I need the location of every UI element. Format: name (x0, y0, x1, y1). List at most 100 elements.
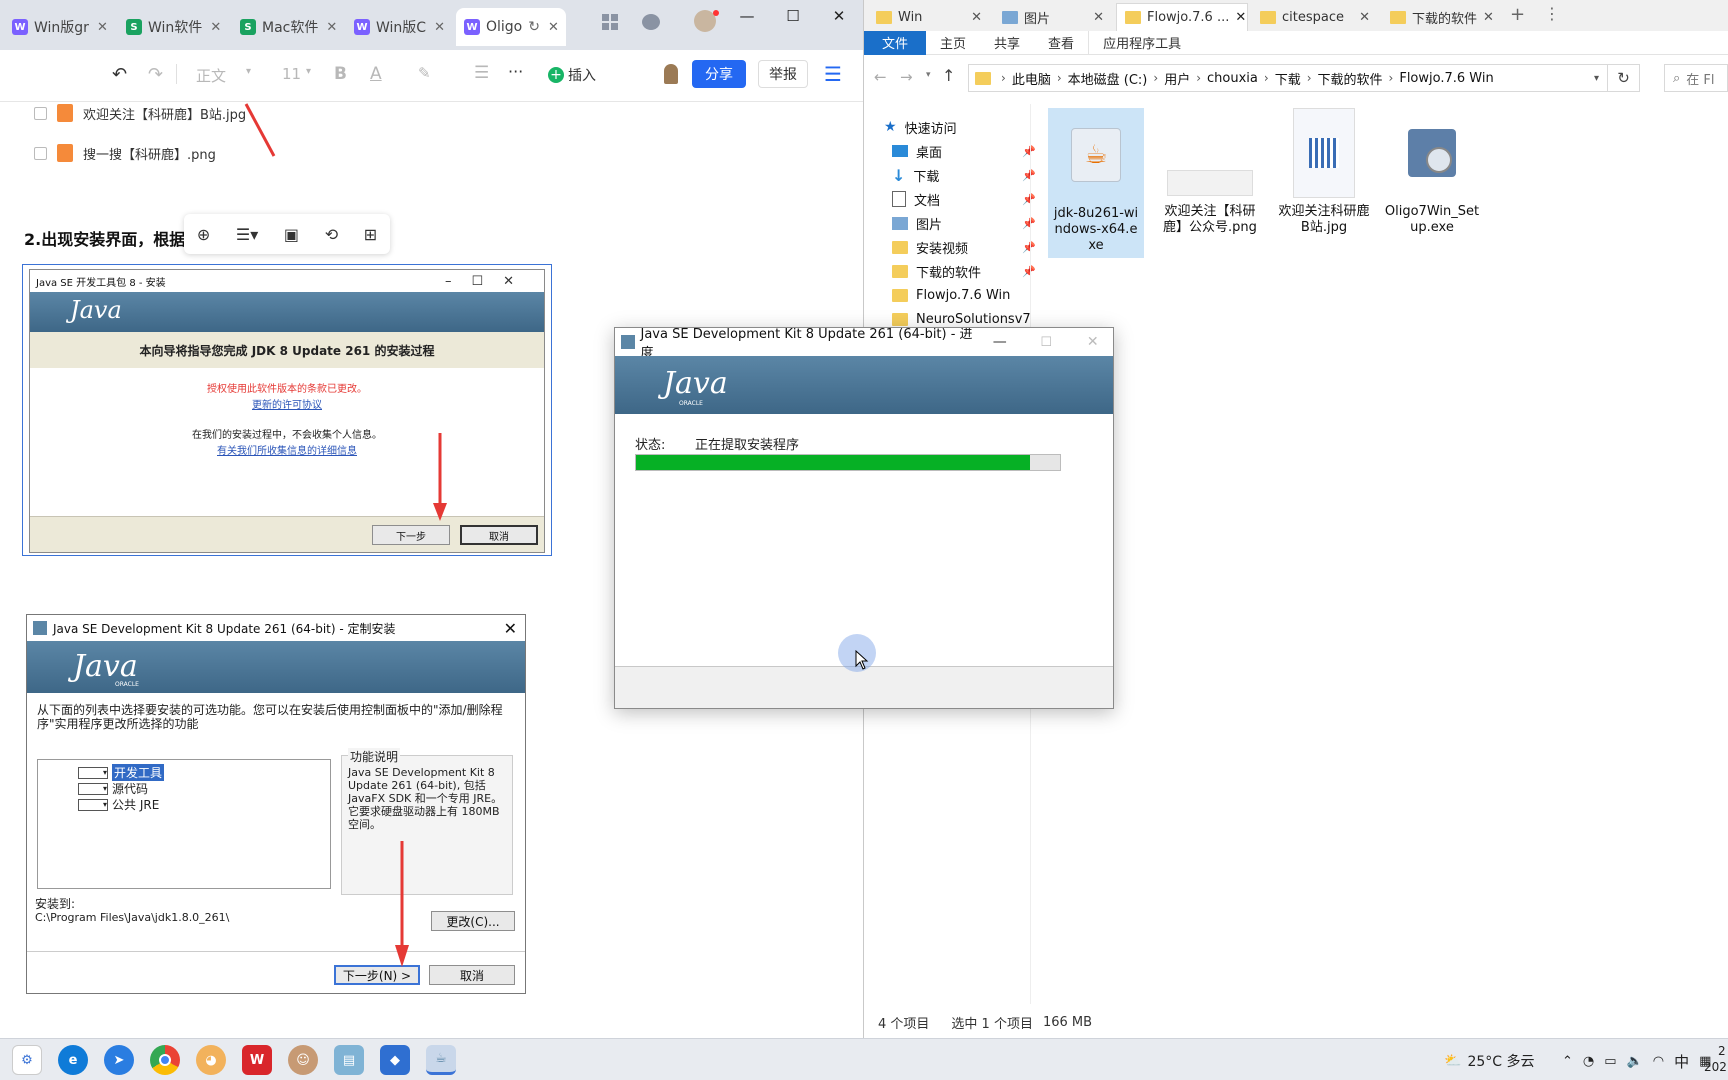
browser-tab-1[interactable]: W Win版gr ✕ (4, 8, 116, 46)
close-icon[interactable]: ✕ (504, 619, 517, 638)
ribbon-tab-home[interactable]: 主页 (926, 31, 980, 55)
ime-indicator[interactable]: 中 (1674, 1051, 1689, 1072)
new-tab-icon[interactable]: + (1510, 4, 1525, 25)
privacy-link[interactable]: 有关我们所收集信息的详细信息 (30, 444, 544, 460)
browser-tab-4[interactable]: W Win版C ✕ (346, 8, 456, 46)
drive-dropdown-icon[interactable]: ▾ (78, 782, 108, 795)
start-button-icon[interactable]: ⚙ (12, 1045, 42, 1075)
undo-icon[interactable]: ↶ (112, 64, 127, 85)
browser-tab-2[interactable]: S Win软件 ✕ (118, 8, 230, 46)
breadcrumb-item[interactable]: Flowjo.7.6 Win (1393, 71, 1499, 86)
list-icon[interactable]: ☰ (474, 63, 489, 83)
chevron-down-icon[interactable]: ▾ (306, 66, 311, 77)
explorer-tab-1[interactable]: Win ✕ (868, 3, 990, 31)
breadcrumb-item[interactable]: 用户 (1158, 69, 1196, 88)
chevron-down-icon[interactable]: ▾ (246, 66, 251, 77)
close-icon[interactable]: ✕ (1359, 10, 1370, 25)
minimize-icon[interactable]: — (979, 334, 1020, 350)
close-icon[interactable]: ✕ (971, 10, 982, 25)
align-icon[interactable]: ☰▾ (236, 225, 258, 244)
browser-tab-3[interactable]: S Mac软件 ✕ (232, 8, 344, 46)
monkey-app-icon[interactable]: ◕ (196, 1045, 226, 1075)
feather-app-icon[interactable]: ➤ (104, 1045, 134, 1075)
checkbox[interactable] (34, 106, 47, 120)
avatar-app-icon[interactable]: ☺ (288, 1045, 318, 1075)
user-avatar-icon[interactable] (664, 64, 678, 84)
highlighter-icon[interactable]: ✎ (418, 64, 431, 82)
report-button[interactable]: 举报 (758, 60, 808, 88)
clock[interactable]: 2 202 (1704, 1043, 1727, 1075)
nav-item-desktop[interactable]: 桌面 📌 (892, 140, 1036, 162)
qq-icon[interactable]: ◔ (1583, 1054, 1594, 1069)
file-item[interactable]: 欢迎关注【科研鹿】公众号.png (1162, 108, 1258, 236)
next-button[interactable]: 下一步 (372, 525, 450, 545)
nav-item-folder[interactable]: 下载的软件 📌 (892, 260, 1036, 282)
ribbon-tab-share[interactable]: 共享 (980, 31, 1034, 55)
forward-icon[interactable]: → (900, 68, 913, 86)
weather-widget[interactable]: ⛅ 25°C 多云 (1444, 1051, 1534, 1071)
explorer-tab-4[interactable]: citespace ✕ (1252, 3, 1378, 31)
change-button[interactable]: 更改(C)... (431, 911, 515, 931)
edge-browser-icon[interactable]: e (58, 1045, 88, 1075)
reload-icon[interactable]: ↻ (528, 19, 540, 35)
bold-button[interactable]: B (334, 64, 347, 84)
breadcrumb-item[interactable]: 此电脑 (1006, 69, 1057, 88)
file-item[interactable]: 欢迎关注科研鹿B站.jpg (1276, 108, 1372, 236)
close-window-icon[interactable]: ✕ (816, 0, 862, 32)
share-button[interactable]: 分享 (692, 60, 746, 88)
wifi-icon[interactable]: ◠ (1653, 1054, 1664, 1069)
file-item-selected[interactable]: ☕ jdk-8u261-windows-x64.exe (1048, 108, 1144, 258)
pin-icon[interactable]: 📌 (1022, 193, 1036, 206)
rotate-icon[interactable]: ⟲ (325, 225, 338, 244)
box-app-icon[interactable]: ◆ (380, 1045, 410, 1075)
pin-icon[interactable]: 📌 (1022, 241, 1036, 254)
maximize-icon[interactable]: ☐ (770, 0, 816, 32)
nav-quick-access[interactable]: ★ 快速访问 (884, 116, 957, 138)
explorer-tab-5[interactable]: 下载的软件 ✕ (1382, 3, 1500, 31)
back-icon[interactable]: ← (874, 68, 887, 86)
close-icon[interactable]: ✕ (548, 20, 559, 35)
redo-icon[interactable]: ↷ (148, 64, 163, 85)
notebook-app-icon[interactable]: ▤ (334, 1045, 364, 1075)
browser-tab-5-active[interactable]: W Oligo ↻ ✕ (456, 8, 566, 46)
chat-icon[interactable] (642, 14, 660, 30)
feature-item[interactable]: ▾ 源代码 (78, 780, 148, 797)
keyboard-icon[interactable]: ▭ (1604, 1054, 1616, 1069)
pin-icon[interactable]: 📌 (1022, 169, 1036, 182)
close-icon[interactable]: ✕ (97, 20, 108, 35)
close-icon[interactable]: ✕ (1235, 10, 1246, 25)
comment-icon[interactable]: ⊞ (364, 225, 377, 244)
font-size-select[interactable]: 11 (282, 65, 301, 83)
more-icon[interactable]: ··· (508, 62, 523, 81)
explorer-tab-2[interactable]: 图片 ✕ (994, 3, 1112, 31)
close-icon[interactable]: ✕ (1483, 10, 1494, 25)
volume-icon[interactable]: 🔈 (1627, 1054, 1643, 1069)
pin-icon[interactable]: 📌 (1022, 217, 1036, 230)
breadcrumb-item[interactable]: 下载 (1269, 69, 1307, 88)
ribbon-tab-file[interactable]: 文件 (864, 30, 927, 55)
cancel-button[interactable]: 取消 (460, 525, 538, 545)
pin-icon[interactable]: 📌 (1022, 145, 1036, 158)
apps-grid-icon[interactable] (602, 14, 618, 30)
nav-item-folder[interactable]: 安装视频 📌 (892, 236, 1036, 258)
license-link[interactable]: 更新的许可协议 (30, 398, 544, 414)
close-icon[interactable]: ✕ (326, 20, 337, 35)
nav-item-folder[interactable]: Flowjo.7.6 Win (892, 284, 1032, 306)
breadcrumb-item[interactable]: chouxia (1201, 71, 1264, 86)
recent-dropdown-icon[interactable]: ▾ (926, 70, 931, 80)
explorer-tab-3-active[interactable]: Flowjo.7.6 ... ✕ (1116, 3, 1248, 31)
address-path[interactable]: › 此电脑 › 本地磁盘 (C:) › 用户 › chouxia › 下载 › … (968, 64, 1608, 92)
close-icon[interactable]: ✕ (1093, 10, 1104, 25)
paragraph-style-select[interactable]: 正文 (196, 65, 226, 86)
ribbon-tab-app-tools[interactable]: 应用程序工具 (1088, 30, 1195, 55)
more-vertical-icon[interactable]: ⋮ (1544, 4, 1560, 23)
breadcrumb-item[interactable]: 本地磁盘 (C:) (1062, 69, 1154, 88)
search-input[interactable]: ⌕ 在 Fl (1664, 64, 1728, 92)
chevron-down-icon[interactable]: ▾ (1594, 73, 1599, 84)
close-icon[interactable]: ✕ (434, 20, 445, 35)
menu-icon[interactable]: ☰ (824, 62, 842, 86)
checkbox[interactable] (34, 146, 47, 160)
file-item[interactable]: Oligo7Win_Setup.exe (1384, 108, 1480, 236)
refresh-icon[interactable]: ↻ (1608, 64, 1640, 92)
drive-dropdown-icon[interactable]: ▾ (78, 798, 108, 811)
